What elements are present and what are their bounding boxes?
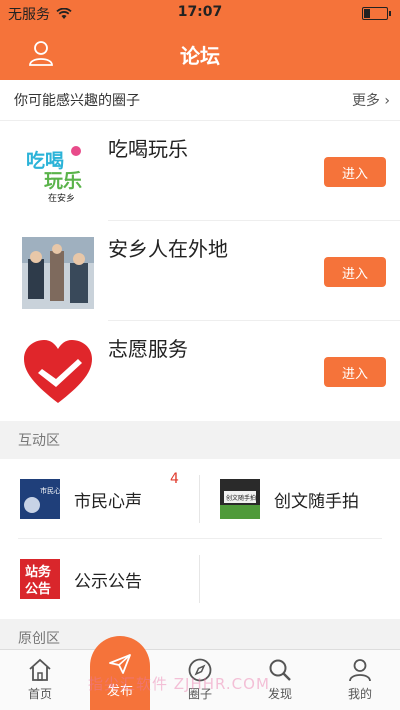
paper-plane-icon	[109, 654, 131, 674]
battery-icon	[362, 7, 391, 20]
grid-row: 站务 公告 公示公告	[0, 539, 400, 619]
grid-item-label: 公示公告	[74, 572, 142, 592]
publish-button[interactable]: 发布	[90, 636, 150, 710]
circle-thumb-food: 吃喝 玩乐 在安乡	[26, 146, 82, 204]
nav-bar: 论坛	[0, 26, 400, 80]
tab-mine[interactable]: 我的	[320, 650, 400, 710]
circle-row[interactable]: 吃喝 玩乐 在安乡 吃喝玩乐 进入	[0, 121, 400, 221]
circle-name: 志愿服务	[108, 337, 188, 361]
circle-row[interactable]: 志愿服务 进入	[0, 321, 400, 421]
grid-item-label: 市民心声	[74, 492, 142, 512]
circle-row[interactable]: 安乡人在外地 进入	[0, 221, 400, 321]
unread-badge: 4	[170, 471, 179, 487]
grid-item-citizen-voice[interactable]: 市民心声 市民心声 4	[0, 459, 200, 539]
thumb-text-line2: 玩乐	[44, 170, 82, 192]
icon-text: 创文随手拍	[226, 494, 256, 502]
compass-icon	[188, 658, 212, 682]
circle-name: 安乡人在外地	[108, 237, 228, 261]
icon-text-line2: 公告	[25, 581, 51, 597]
grid-item-photo-report[interactable]: 创文随手拍 创文随手拍	[200, 459, 400, 539]
tab-bar: 首页 圈子 发现 我的	[0, 649, 400, 710]
interest-title: 你可能感兴趣的圈子	[14, 93, 140, 109]
tab-home[interactable]: 首页	[0, 650, 80, 710]
photo-report-icon: 创文随手拍	[220, 479, 260, 519]
circle-name: 吃喝玩乐	[108, 137, 188, 161]
join-button[interactable]: 进入	[324, 157, 386, 187]
interest-header: 你可能感兴趣的圈子 更多 ›	[0, 80, 400, 121]
icon-text: 市民心声	[40, 486, 60, 495]
page-title: 论坛	[180, 44, 220, 68]
join-button[interactable]: 进入	[324, 257, 386, 287]
profile-icon	[349, 659, 371, 682]
tab-discover[interactable]: 发现	[240, 650, 320, 710]
announcement-icon: 站务 公告	[20, 559, 60, 599]
tab-label: 圈子	[187, 687, 212, 701]
circle-thumb-photo	[22, 237, 94, 309]
more-link[interactable]: 更多 ›	[352, 90, 390, 110]
home-icon	[29, 658, 51, 681]
grid-row: 市民心声 市民心声 4 创文随手拍 创文随手拍	[0, 459, 400, 539]
tab-circle[interactable]: 圈子	[160, 650, 240, 710]
thumb-text-sub: 在安乡	[48, 192, 75, 204]
join-button[interactable]: 进入	[324, 357, 386, 387]
citizen-voice-icon: 市民心声	[20, 479, 60, 519]
section-band-interaction: 互动区	[0, 421, 400, 459]
clock: 17:07	[177, 4, 223, 20]
grid-item-announcement[interactable]: 站务 公告 公示公告	[0, 539, 200, 619]
vertical-divider	[199, 555, 200, 603]
tab-label: 发现	[267, 687, 292, 701]
search-icon	[269, 659, 291, 681]
tab-label: 我的	[347, 687, 372, 701]
status-bar: 无服务 17:07	[0, 0, 400, 26]
icon-text-line1: 站务	[25, 564, 52, 580]
heart-hand-icon	[24, 340, 92, 403]
publish-label: 发布	[106, 684, 133, 699]
grid-item-label: 创文随手拍	[274, 492, 359, 512]
thumb-text-line1: 吃喝	[26, 149, 64, 172]
tab-label: 首页	[27, 687, 52, 701]
